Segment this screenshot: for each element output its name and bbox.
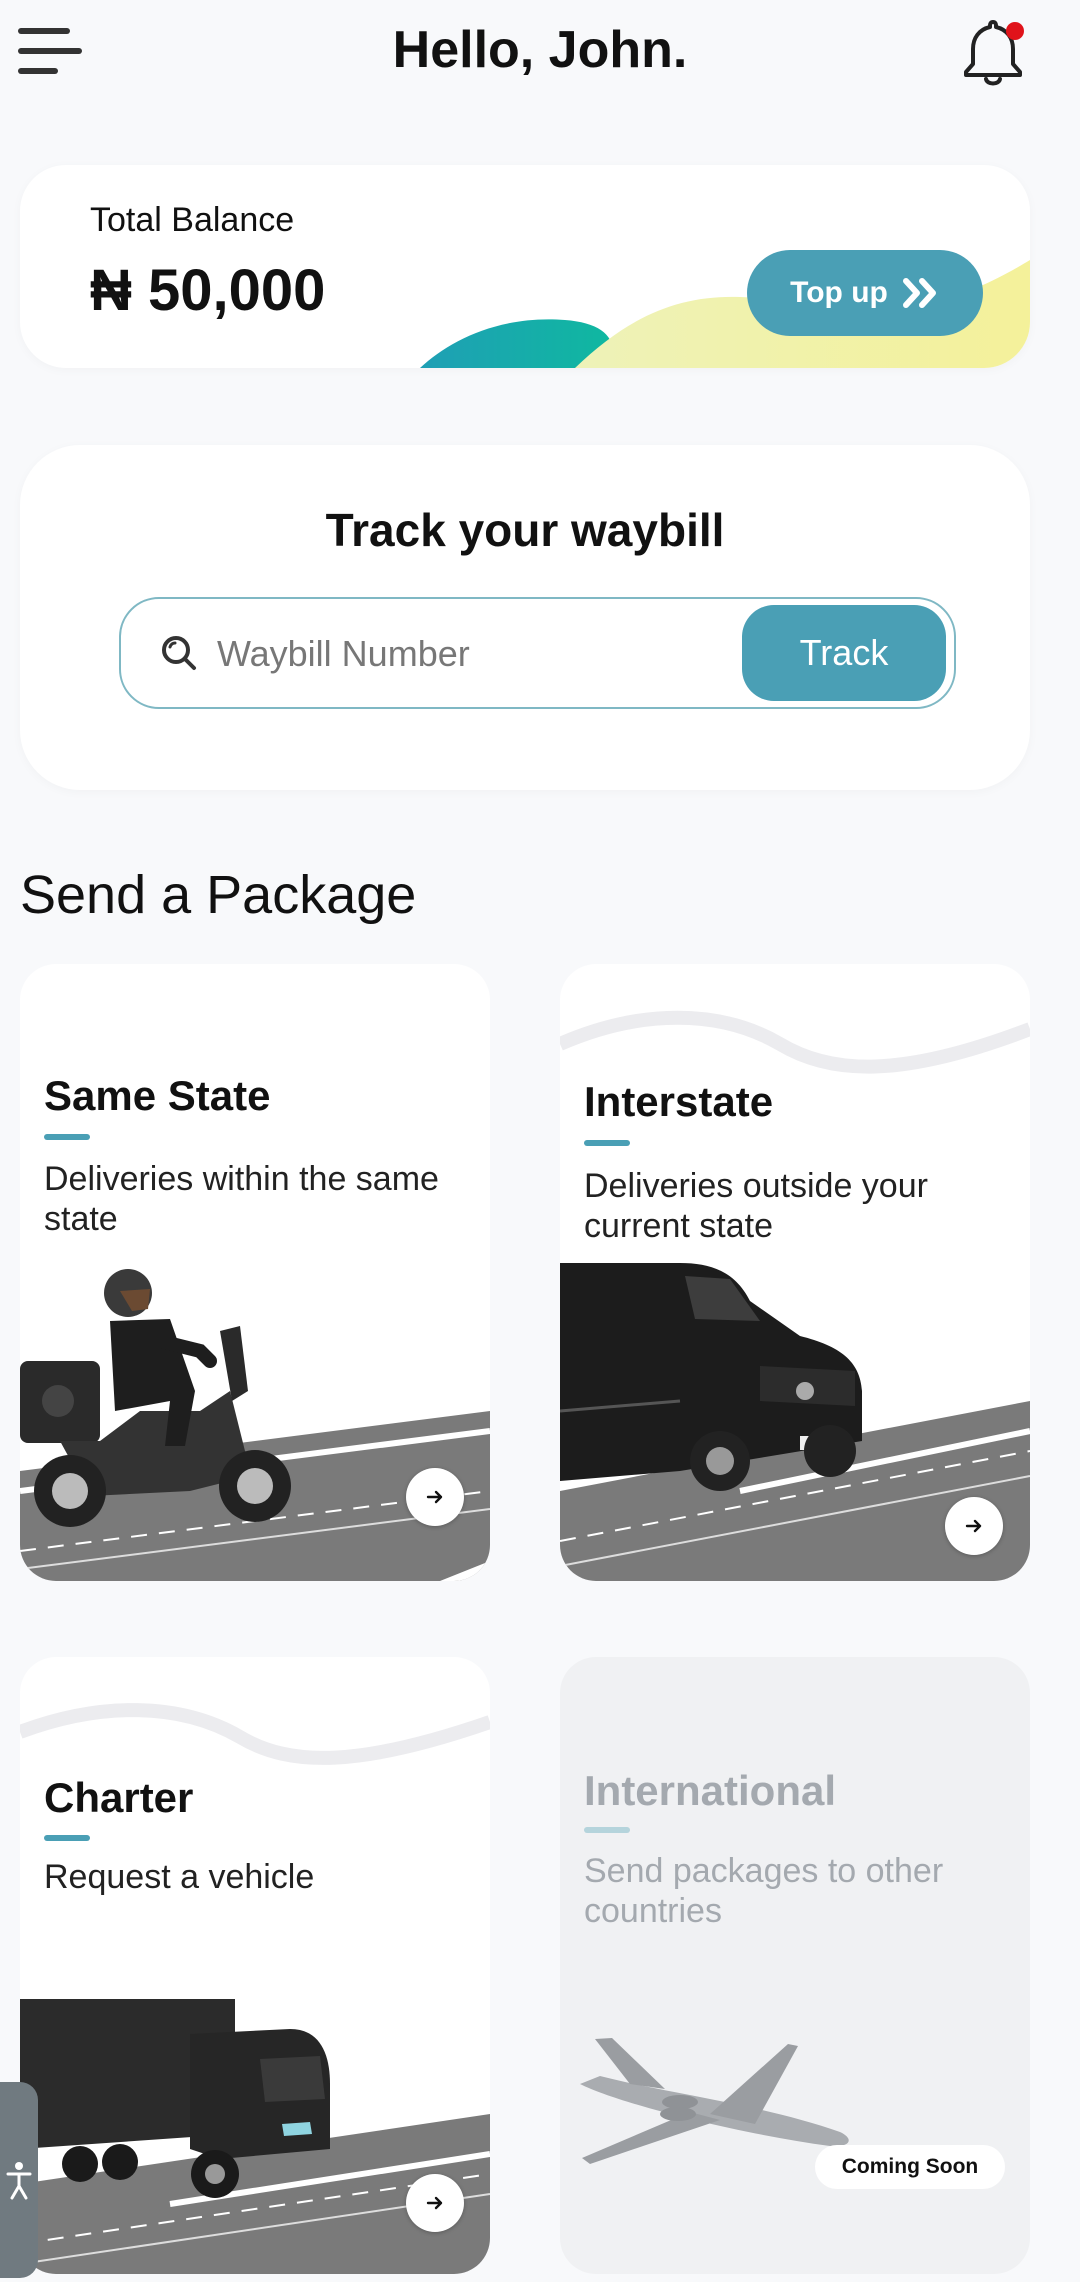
accessibility-icon: [6, 2162, 32, 2200]
arrow-right-icon: [965, 1519, 982, 1533]
balance-card: Total Balance ₦ 50,000 Top up: [20, 165, 1030, 368]
coming-soon-badge: Coming Soon: [815, 2145, 1005, 2189]
balance-label: Total Balance: [90, 201, 295, 239]
card-title: Interstate: [584, 1078, 774, 1125]
airplane-illustration: [580, 2038, 849, 2164]
greeting-title: Hello, John.: [392, 21, 688, 79]
track-waybill-card: Track your waybill Track: [20, 445, 1030, 790]
card-title-underline: [584, 1827, 630, 1833]
arrow-right-icon: [426, 1490, 443, 1504]
arrow-right-icon: [426, 2196, 443, 2210]
track-button[interactable]: Track: [742, 605, 946, 701]
app-header: Hello, John.: [0, 0, 1080, 110]
card-title: Charter: [44, 1774, 194, 1821]
same-state-card[interactable]: Same State Deliveries within the same st…: [20, 964, 490, 1581]
waybill-number-input[interactable]: [217, 619, 717, 689]
card-description: Send packages to other countries: [584, 1852, 944, 1930]
interstate-arrow-button[interactable]: [945, 1497, 1003, 1555]
bell-icon[interactable]: [958, 14, 1028, 90]
card-title: Same State: [44, 1072, 271, 1119]
waybill-search-field: Track: [119, 597, 956, 709]
card-description: Deliveries outside your current state: [584, 1167, 928, 1245]
card-title-underline: [44, 1134, 90, 1140]
charter-card[interactable]: Charter Request a vehicle: [20, 1657, 490, 2274]
interstate-card[interactable]: Interstate Deliveries outside your curre…: [560, 964, 1030, 1581]
send-package-title: Send a Package: [20, 865, 417, 925]
top-up-label: Top up: [790, 276, 888, 309]
card-description: Request a vehicle: [44, 1858, 315, 1896]
same-state-arrow-button[interactable]: [406, 1468, 464, 1526]
double-chevron-right-icon: [902, 278, 936, 308]
balance-amount: ₦ 50,000: [90, 258, 326, 323]
charter-arrow-button[interactable]: [406, 2174, 464, 2232]
notification-dot: [1006, 22, 1024, 40]
track-title: Track your waybill: [325, 504, 725, 556]
card-title: International: [584, 1767, 837, 1814]
card-title-underline: [44, 1835, 90, 1841]
card-description: Deliveries within the same state: [44, 1160, 439, 1238]
scooter-rider-illustration: [20, 1269, 490, 1581]
international-card: International Send packages to other cou…: [560, 1657, 1030, 2274]
card-title-underline: [584, 1140, 630, 1146]
top-up-button[interactable]: Top up: [747, 250, 983, 336]
accessibility-button[interactable]: [0, 2082, 38, 2278]
search-icon: [162, 636, 196, 670]
